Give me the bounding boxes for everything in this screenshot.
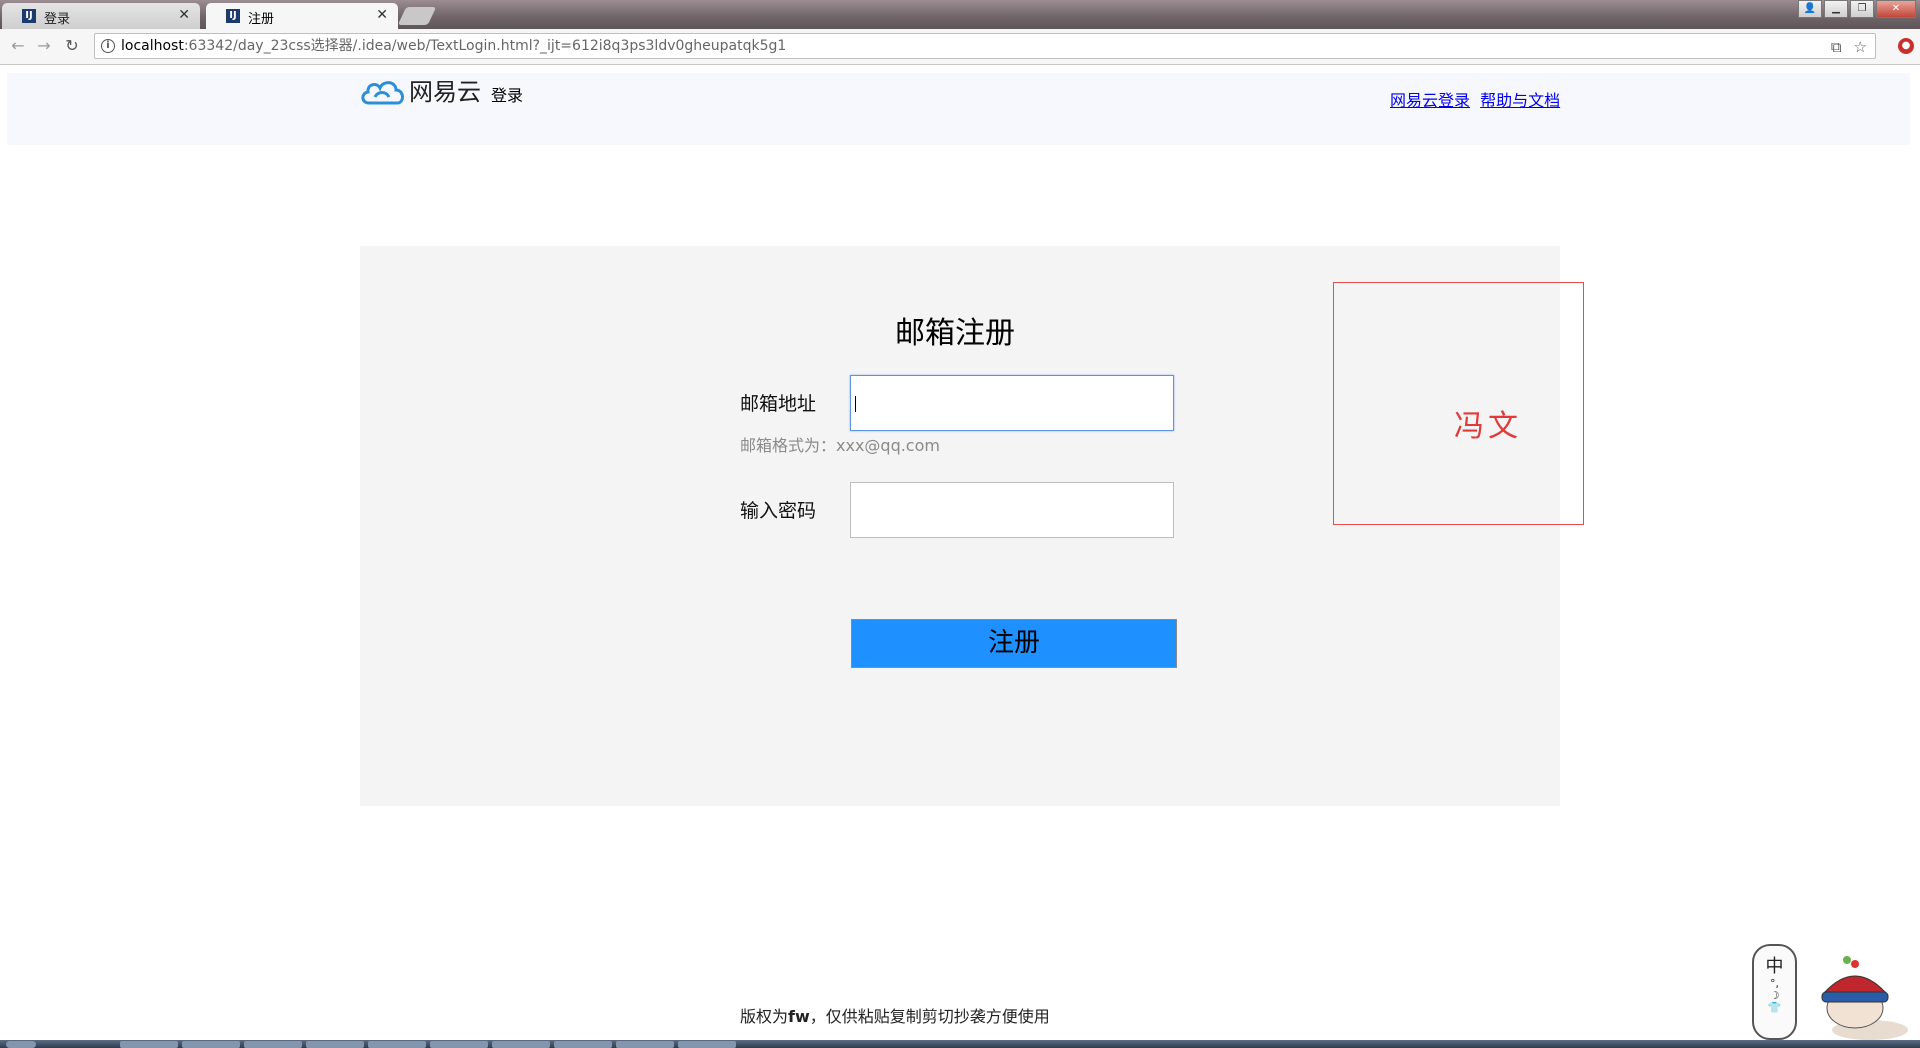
minimize-icon[interactable]: ▁	[1824, 0, 1848, 18]
os-taskbar	[0, 1040, 1920, 1048]
close-window-icon[interactable]: ✕	[1876, 0, 1916, 18]
close-tab-icon[interactable]: ✕	[178, 7, 190, 23]
tab-register[interactable]: IJ 注册 ✕	[206, 3, 398, 29]
netease-cloud-logo[interactable]: 网易云 登录	[359, 77, 523, 107]
taskbar-app-button[interactable]	[554, 1041, 612, 1048]
url-input[interactable]: i localhost:63342/day_23css选择器/.idea/web…	[94, 33, 1876, 59]
email-label: 邮箱地址	[740, 393, 817, 415]
start-button[interactable]	[6, 1041, 36, 1048]
author-box: 冯文	[1333, 282, 1584, 525]
footer-prefix: 版权为	[740, 1007, 789, 1026]
reload-icon[interactable]: ↻	[62, 36, 82, 56]
logo-subtitle: 登录	[491, 86, 524, 105]
password-label: 输入密码	[740, 500, 817, 522]
tab-strip: IJ 登录 ✕ IJ 注册 ✕ 👤 ▁ ❐ ✕	[0, 0, 1920, 29]
netease-login-link[interactable]: 网易云登录	[1390, 91, 1470, 110]
window-controls: 👤 ▁ ❐ ✕	[1798, 0, 1916, 18]
taskbar-app-button[interactable]	[182, 1041, 240, 1048]
author-name: 冯文	[1454, 409, 1522, 444]
taskbar-app-button[interactable]	[616, 1041, 674, 1048]
intellij-favicon-icon: IJ	[226, 9, 240, 23]
url-text: localhost:63342/day_23css选择器/.idea/web/T…	[121, 38, 787, 54]
taskbar-app-button[interactable]	[244, 1041, 302, 1048]
shirt-icon[interactable]: 👕	[1754, 1002, 1795, 1014]
info-icon[interactable]: i	[101, 39, 115, 53]
taskbar-app-button[interactable]	[678, 1041, 736, 1048]
address-bar: ← → ↻ i localhost:63342/day_23css选择器/.id…	[0, 29, 1920, 65]
text-caret	[855, 396, 856, 412]
logo-text: 网易云	[409, 78, 481, 106]
back-arrow-icon[interactable]: ←	[8, 36, 28, 56]
help-docs-link[interactable]: 帮助与文档	[1480, 91, 1560, 110]
tab-login[interactable]: IJ 登录 ✕	[2, 3, 200, 29]
email-hint: 邮箱格式为：xxx@qq.com	[740, 436, 940, 455]
ime-mode[interactable]: 中	[1754, 952, 1795, 978]
site-header: 网易云 登录 网易云登录 帮助与文档	[7, 73, 1910, 145]
footer-suffix: ，仅供粘贴复制剪切抄袭方便使用	[809, 1007, 1050, 1026]
intellij-favicon-icon: IJ	[22, 9, 36, 23]
taskbar-app-button[interactable]	[368, 1041, 426, 1048]
new-tab-button[interactable]	[397, 7, 437, 25]
password-field[interactable]	[850, 482, 1174, 538]
taskbar-app-button[interactable]	[120, 1041, 178, 1048]
user-icon[interactable]: 👤	[1798, 0, 1822, 18]
page-title: 邮箱注册	[895, 316, 1015, 351]
header-links: 网易云登录 帮助与文档	[1390, 87, 1565, 111]
taskbar-app-button[interactable]	[492, 1041, 550, 1048]
ime-toolbar[interactable]: 中 °, ☽ 👕	[1752, 944, 1797, 1040]
mascot-character-icon	[1821, 956, 1908, 1040]
email-field[interactable]	[850, 375, 1174, 431]
tab-title: 注册	[248, 12, 275, 27]
footer-owner: fw	[788, 1007, 810, 1026]
forward-arrow-icon[interactable]: →	[34, 36, 54, 56]
bookmark-star-icon[interactable]: ☆	[1854, 35, 1867, 59]
translate-icon[interactable]: ⧉	[1831, 35, 1842, 59]
tab-title: 登录	[44, 12, 71, 27]
register-button[interactable]: 注册	[851, 619, 1177, 668]
restore-icon[interactable]: ❐	[1850, 0, 1874, 18]
extension-icon[interactable]: ●	[1898, 38, 1914, 54]
close-tab-icon[interactable]: ✕	[376, 7, 388, 23]
cloud-logo-icon	[361, 81, 404, 105]
taskbar-app-button[interactable]	[430, 1041, 488, 1048]
copyright-footer: 版权为fw，仅供粘贴复制剪切抄袭方便使用	[740, 1003, 1050, 1027]
taskbar-app-button[interactable]	[306, 1041, 364, 1048]
omnibox-actions: ⧉ ☆	[1831, 35, 1867, 59]
